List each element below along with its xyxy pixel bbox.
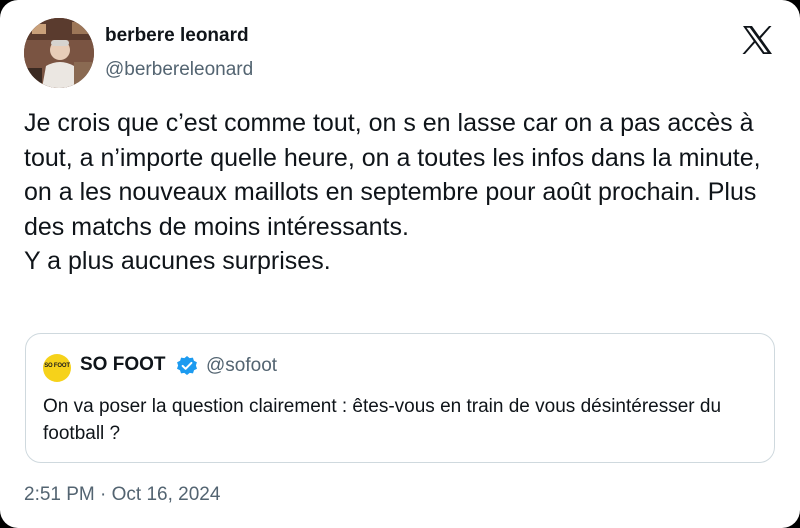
tweet-card: berbere leonard @berbereleonard Je crois…: [0, 0, 800, 528]
profile-photo-icon: [24, 18, 94, 88]
verified-badge-icon: [176, 355, 198, 377]
quoted-author-avatar[interactable]: SO FOOT: [43, 354, 71, 382]
author-handle[interactable]: @berbereleonard: [105, 59, 253, 81]
quoted-author-handle[interactable]: @sofoot: [206, 355, 277, 377]
tweet-body-text: Je crois que c’est comme tout, on s en l…: [24, 109, 761, 275]
x-logo-icon[interactable]: [742, 26, 772, 54]
quoted-tweet-text: On va poser la question clairement : ête…: [43, 396, 722, 444]
tweet-timestamp[interactable]: 2:51 PM · Oct 16, 2024: [24, 484, 220, 506]
author-avatar[interactable]: [24, 18, 94, 88]
tweet-header: berbere leonard @berbereleonard: [24, 18, 776, 90]
quoted-avatar-logo-text: SO FOOT: [44, 363, 70, 369]
quoted-author-name[interactable]: SO FOOT: [80, 354, 166, 376]
quoted-tweet[interactable]: SO FOOT SO FOOT @sofoot On va poser la q…: [25, 333, 775, 463]
author-display-name[interactable]: berbere leonard: [105, 25, 249, 47]
